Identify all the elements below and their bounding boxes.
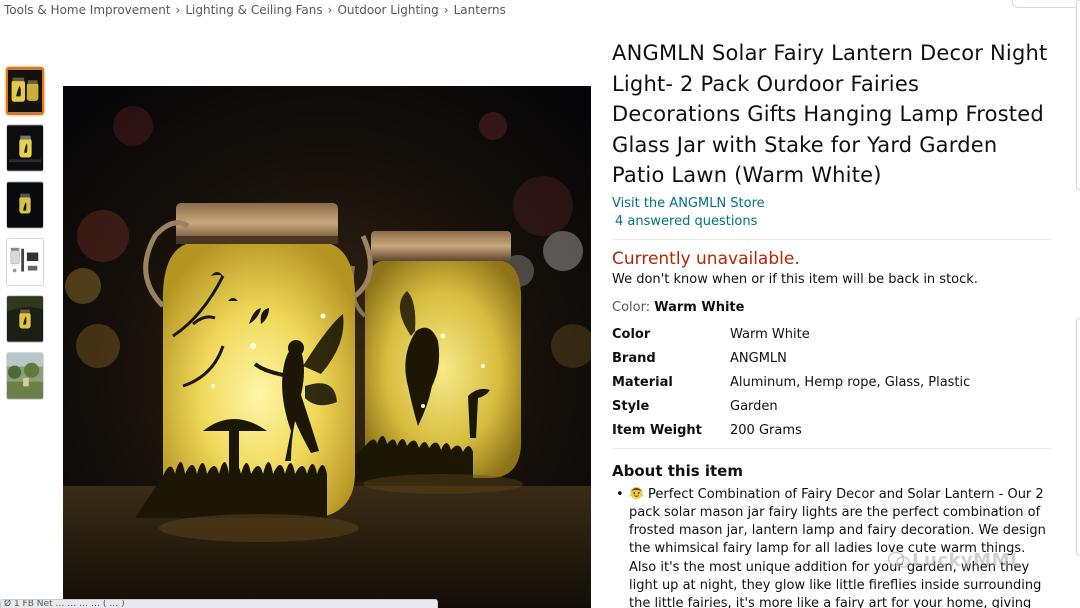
top-right-corner-frame xyxy=(1012,0,1080,8)
color-selection-label: Color: xyxy=(612,299,651,315)
spec-value: ANGMLN xyxy=(730,351,787,366)
product-info-panel: ANGMLN Solar Fairy Lantern Decor Night L… xyxy=(612,38,1052,608)
thumbnail-jar-pair-glow[interactable] xyxy=(6,67,44,115)
thumbnail-jar-hanging-tree[interactable] xyxy=(6,295,44,343)
thumbnail-jar-single-glow[interactable] xyxy=(6,124,44,172)
package-contents-image xyxy=(7,239,43,285)
garden-scene-image xyxy=(7,353,43,399)
watermark: LuckyMML xyxy=(888,550,1022,571)
product-spec-table: Color Warm White Brand ANGMLN Material A… xyxy=(612,323,1052,443)
product-title: ANGMLN Solar Fairy Lantern Decor Night L… xyxy=(612,41,1048,187)
spec-key: Color xyxy=(612,327,651,342)
right-edge-panel-bottom xyxy=(1076,318,1080,556)
breadcrumb-separator: › xyxy=(327,3,333,17)
spec-key: Material xyxy=(612,375,673,390)
color-selection-value: Warm White xyxy=(654,299,745,315)
breadcrumb-link[interactable]: Outdoor Lighting xyxy=(337,3,438,17)
about-bullet-text: Perfect Combination of Fairy Decor and S… xyxy=(629,486,1046,608)
jar-hanging-image xyxy=(7,296,43,342)
spec-key: Brand xyxy=(612,351,656,366)
about-this-item-heading: About this item xyxy=(612,461,743,480)
spec-key: Item Weight xyxy=(612,423,702,438)
jar-pair-image xyxy=(8,69,42,113)
answered-questions-link[interactable]: 4 answered questions xyxy=(615,213,1052,231)
spec-value: 200 Grams xyxy=(730,423,802,438)
breadcrumb-separator: › xyxy=(443,3,449,17)
breadcrumb-link[interactable]: Lanterns xyxy=(454,3,506,17)
availability-status: Currently unavailable. xyxy=(612,248,800,269)
breadcrumb-separator: › xyxy=(175,3,181,17)
jar-dark-image xyxy=(7,182,43,228)
spec-value: Garden xyxy=(730,399,778,414)
visit-store-link[interactable]: Visit the ANGMLN Store xyxy=(612,195,1052,213)
jar-single-image xyxy=(7,125,43,171)
color-selection: Color: Warm White xyxy=(612,299,1052,317)
spec-row: Material Aluminum, Hemp rope, Glass, Pla… xyxy=(612,371,1052,395)
thumbnail-garden-scene[interactable] xyxy=(6,352,44,400)
spec-row: Item Weight 200 Grams xyxy=(612,419,1052,443)
wechat-logo-icon xyxy=(888,551,910,568)
spec-key: Style xyxy=(612,399,650,414)
about-bullet: Perfect Combination of Fairy Decor and S… xyxy=(612,486,1052,608)
about-bullet-list: Perfect Combination of Fairy Decor and S… xyxy=(612,486,1052,608)
section-divider xyxy=(612,447,1052,449)
breadcrumb-link[interactable]: Tools & Home Improvement xyxy=(4,3,171,17)
thumbnail-jar-single-dark[interactable] xyxy=(6,181,44,229)
image-thumbnail-list xyxy=(6,67,44,409)
watermark-text: LuckyMML xyxy=(912,550,1022,571)
breadcrumb-link[interactable]: Lighting & Ceiling Fans xyxy=(185,3,322,17)
spec-row: Style Garden xyxy=(612,395,1052,419)
section-divider xyxy=(612,238,1052,240)
thumbnail-package-contents[interactable] xyxy=(6,238,44,286)
spec-row: Brand ANGMLN xyxy=(612,347,1052,371)
spec-value: Aluminum, Hemp rope, Glass, Plastic xyxy=(730,375,971,390)
main-product-image[interactable] xyxy=(63,86,591,608)
right-edge-panel-top xyxy=(1076,0,1080,190)
availability-note: We don't know when or if this item will … xyxy=(612,271,978,287)
fairy-lantern-photo xyxy=(63,86,591,608)
breadcrumb: Tools & Home Improvement › Lighting & Ceil… xyxy=(4,3,506,17)
spec-row: Color Warm White xyxy=(612,323,1052,347)
spec-value: Warm White xyxy=(730,327,810,342)
bottom-status-bar: Ø 1 FB Net … … … … ( … ) xyxy=(0,599,438,608)
fairy-emoji-icon xyxy=(629,486,644,499)
